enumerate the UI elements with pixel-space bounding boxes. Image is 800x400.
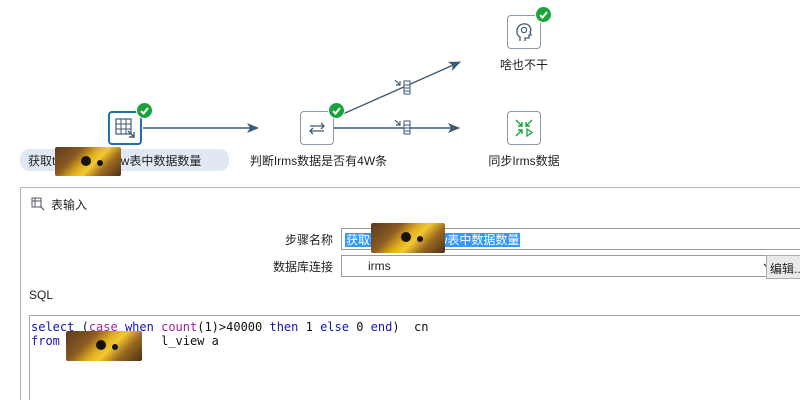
step-node-dummy[interactable] (507, 15, 541, 49)
step-name-value-prefix: 获取t (346, 233, 374, 247)
app-window: 获取t view表中数据数量 判断Irms数据是否有4W条 啥也不干 同步Irm… (0, 0, 800, 400)
sql-token: (1)>40000 (197, 320, 270, 334)
step-label-dummy[interactable]: 啥也不干 (484, 56, 564, 73)
sql-token: else (320, 320, 349, 334)
sql-token: count (161, 320, 198, 334)
success-check-icon (328, 102, 345, 119)
redaction-image (371, 223, 445, 253)
table-input-icon (31, 197, 45, 211)
sql-token: end (370, 320, 393, 334)
sql-token: 1 (298, 320, 321, 334)
dialog-title: 表输入 (51, 197, 88, 212)
conditional-hop-icon[interactable] (394, 78, 414, 99)
sql-editor[interactable]: select (case when count(1)>40000 then 1 … (29, 315, 800, 400)
step-label-filter[interactable]: 判断Irms数据是否有4W条 (246, 152, 391, 169)
switch-arrows-icon (309, 122, 325, 135)
table-input-icon (115, 118, 135, 138)
step-label-prefix: 获取t (28, 154, 56, 168)
step-node-sync[interactable] (507, 111, 541, 145)
step-node-table-input[interactable] (108, 111, 142, 145)
step-name-label: 步骤名称 (284, 233, 333, 247)
sql-token: l_view a (161, 334, 219, 348)
success-check-icon (535, 6, 552, 23)
step-label-table-input[interactable]: 获取t view表中数据数量 (20, 149, 229, 171)
sql-token: ) cn (392, 320, 429, 334)
table-input-dialog: 表输入 步骤名称 获取tview表中数据数量 数据库连接 irms 编辑... … (20, 187, 800, 400)
db-connection-label: 数据库连接 (272, 260, 333, 274)
edit-connection-button[interactable]: 编辑... (766, 255, 800, 279)
sql-token: from (31, 334, 60, 348)
redaction-image (55, 147, 121, 176)
dialog-titlebar[interactable]: 表输入 (21, 188, 800, 220)
step-label-sync[interactable]: 同步Irms数据 (474, 152, 574, 169)
db-connection-value: irms (368, 259, 391, 273)
sync-arrows-icon (515, 119, 534, 138)
head-gear-icon (516, 23, 532, 41)
redaction-image (66, 331, 142, 361)
sql-line: from t l_view a (31, 334, 800, 348)
sql-label: SQL (29, 288, 54, 302)
conditional-hop-icon[interactable] (394, 118, 414, 139)
success-check-icon (136, 102, 153, 119)
sql-line: select (case when count(1)>40000 then 1 … (31, 320, 800, 334)
step-node-filter[interactable] (300, 111, 334, 145)
db-connection-select[interactable]: irms (341, 255, 779, 277)
transformation-canvas[interactable]: 获取t view表中数据数量 判断Irms数据是否有4W条 啥也不干 同步Irm… (0, 0, 800, 185)
sql-token: then (269, 320, 299, 334)
sql-token: 0 (348, 320, 371, 334)
